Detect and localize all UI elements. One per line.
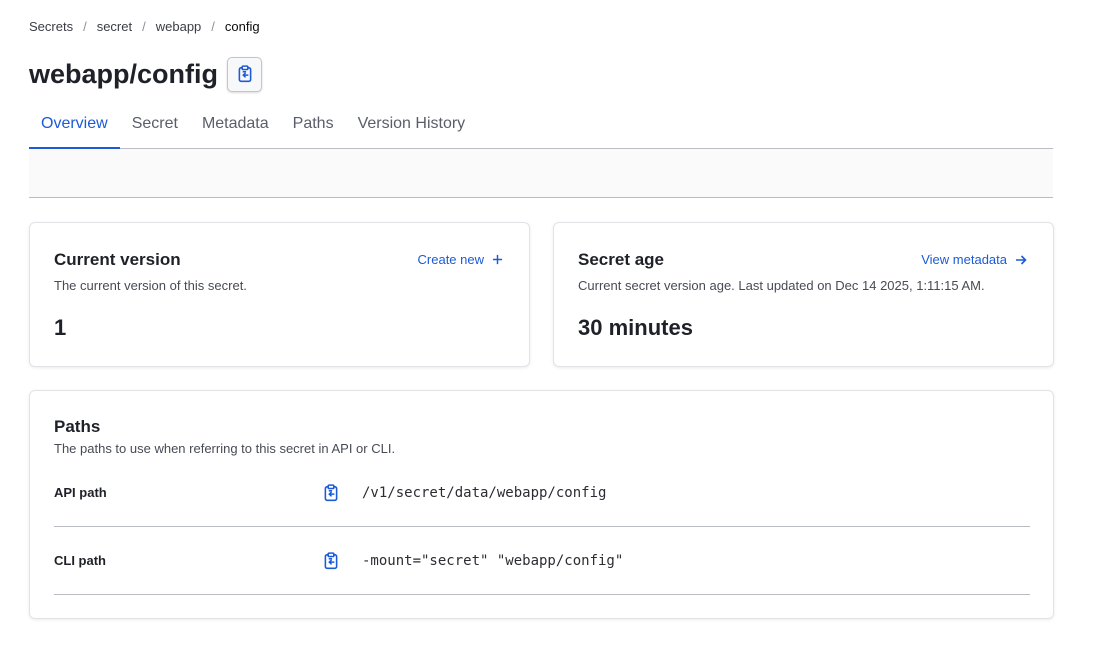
tab-paths[interactable]: Paths [281, 105, 346, 149]
current-version-value: 1 [54, 315, 67, 340]
api-path-row: API path /v1/secret/data/webapp/config [54, 459, 1030, 527]
card-title: Paths [54, 417, 101, 436]
page-title: webapp/config [29, 59, 218, 89]
card-description: The current version of this secret. [54, 278, 247, 293]
breadcrumb: Secrets / secret / webapp / config [29, 19, 260, 34]
breadcrumb-separator: / [142, 19, 146, 34]
cli-path-label: CLI path [54, 553, 106, 568]
tab-overview[interactable]: Overview [29, 105, 120, 149]
create-new-label: Create new [417, 252, 484, 267]
arrow-right-icon [1016, 254, 1027, 265]
tab-version-history[interactable]: Version History [346, 105, 478, 149]
breadcrumb-separator: / [83, 19, 87, 34]
paths-card: Paths The paths to use when referring to… [29, 390, 1054, 619]
tab-metadata[interactable]: Metadata [190, 105, 281, 149]
plus-icon [492, 254, 503, 265]
breadcrumb-separator: / [211, 19, 215, 34]
card-title: Secret age [578, 250, 664, 269]
view-metadata-link[interactable]: View metadata [921, 252, 1027, 267]
breadcrumb-secrets[interactable]: Secrets [29, 19, 73, 34]
breadcrumb-webapp[interactable]: webapp [156, 19, 202, 34]
create-new-link[interactable]: Create new [418, 252, 503, 267]
api-path-label: API path [54, 485, 107, 500]
secret-age-card: Secret age View metadata Current secret … [553, 222, 1054, 367]
clipboard-copy-icon[interactable] [322, 552, 340, 570]
breadcrumb-secret[interactable]: secret [97, 19, 132, 34]
secret-age-value: 30 minutes [578, 315, 693, 340]
card-title: Current version [54, 250, 181, 269]
title-row: webapp/config [29, 56, 262, 92]
current-version-card: Current version Create new The current v… [29, 222, 530, 367]
copy-title-button[interactable] [227, 56, 262, 92]
toolbar [29, 149, 1053, 198]
view-metadata-label: View metadata [921, 252, 1007, 267]
cli-path-row: CLI path -mount="secret" "webapp/config" [54, 527, 1030, 595]
breadcrumb-current: config [224, 19, 260, 34]
card-description: Current secret version age. Last updated… [578, 278, 985, 293]
tab-bar: Overview Secret Metadata Paths Version H… [29, 105, 1053, 149]
clipboard-copy-icon[interactable] [322, 484, 340, 502]
card-description: The paths to use when referring to this … [54, 441, 396, 456]
api-path-value: /v1/secret/data/webapp/config [362, 485, 607, 501]
cli-path-value: -mount="secret" "webapp/config" [362, 553, 624, 569]
tab-secret[interactable]: Secret [120, 105, 190, 149]
clipboard-copy-icon [238, 65, 251, 83]
